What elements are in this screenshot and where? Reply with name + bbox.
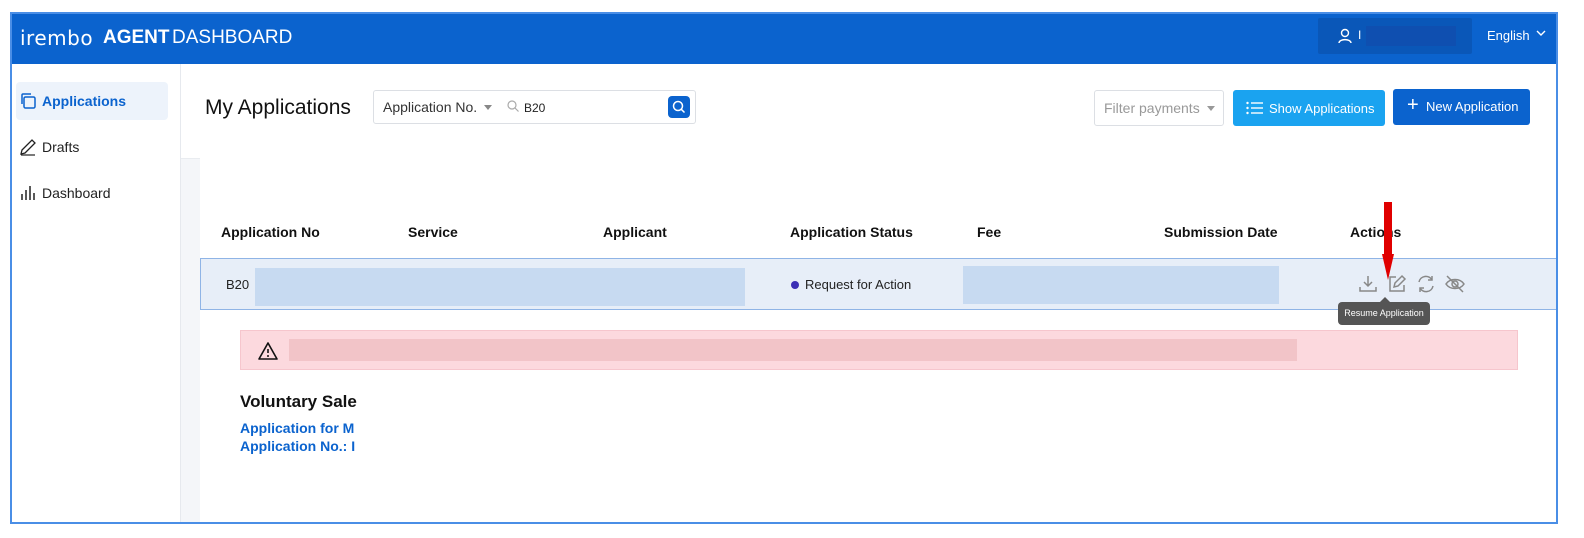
irembo-logo[interactable]: irembo xyxy=(20,26,93,50)
warning-icon xyxy=(258,342,278,360)
tooltip: Resume Application xyxy=(1338,297,1430,325)
page-toolbar: My Applications Application No. B20 Filt… xyxy=(181,64,1556,159)
app-title-strong: AGENT xyxy=(103,27,170,48)
column-header: Applicant xyxy=(603,224,667,240)
sidebar-item-label: Applications xyxy=(42,93,127,109)
status-dot xyxy=(791,280,799,289)
column-header: Application No xyxy=(221,224,320,240)
redacted-service-applicant xyxy=(255,268,745,306)
sidebar-item-drafts[interactable]: Drafts xyxy=(16,128,168,166)
application-for-link[interactable]: Application for M xyxy=(240,420,354,436)
alert-banner xyxy=(240,330,1518,370)
application-no-link[interactable]: Application No.: I xyxy=(240,438,355,454)
pencil-icon xyxy=(20,139,36,156)
search-field-select-value: Application No. xyxy=(383,99,478,115)
search-button[interactable] xyxy=(668,96,690,118)
top-navigation-bar: irembo AGENT DASHBOARD I English xyxy=(12,14,1556,64)
bar-chart-icon xyxy=(21,186,35,200)
search-icon xyxy=(672,100,686,114)
language-selector[interactable]: English xyxy=(1487,28,1530,43)
search-input-value: B20 xyxy=(524,101,546,115)
hide-icon[interactable] xyxy=(1444,273,1466,295)
user-icon xyxy=(1338,28,1352,44)
user-name-redacted xyxy=(1366,26,1456,46)
download-icon[interactable] xyxy=(1357,273,1379,295)
service-title: Voluntary Sale xyxy=(240,392,357,411)
sidebar-item-applications[interactable]: Applications xyxy=(16,82,168,120)
app-window: irembo AGENT DASHBOARD I English Applica… xyxy=(10,12,1558,524)
refresh-icon[interactable] xyxy=(1415,273,1437,295)
column-header: Application Status xyxy=(790,224,913,240)
sidebar-item-label: Drafts xyxy=(42,139,80,155)
list-icon xyxy=(1246,101,1263,115)
column-header: Fee xyxy=(977,224,1002,240)
column-header: Submission Date xyxy=(1164,224,1278,240)
new-application-label: New Application xyxy=(1426,99,1519,114)
chevron-down-icon[interactable] xyxy=(1535,27,1547,39)
filter-payments-placeholder: Filter payments xyxy=(1104,100,1200,116)
new-application-button[interactable]: + New Application xyxy=(1393,89,1530,125)
app-title-rest: DASHBOARD xyxy=(172,27,293,48)
annotation-arrow-icon xyxy=(1382,202,1394,280)
sidebar-item-label: Dashboard xyxy=(42,185,111,201)
redacted-fee-date xyxy=(963,266,1279,304)
applications-table: Application No Service Applicant Applica… xyxy=(200,158,1556,522)
show-applications-button[interactable]: Show Applications xyxy=(1233,90,1385,126)
user-initial: I xyxy=(1358,28,1362,42)
show-applications-label: Show Applications xyxy=(1269,101,1375,116)
search-field-select[interactable]: Application No. xyxy=(373,90,501,124)
user-menu[interactable]: I xyxy=(1318,18,1472,54)
application-no-cell: B20 xyxy=(226,277,250,292)
search-input[interactable]: B20 xyxy=(500,90,696,124)
search-icon xyxy=(507,100,519,112)
caret-down-icon xyxy=(1207,106,1215,111)
status-text: Request for Action xyxy=(805,277,912,292)
column-header: Service xyxy=(408,224,458,240)
caret-down-icon xyxy=(484,105,492,110)
filter-payments-select[interactable]: Filter payments xyxy=(1094,90,1224,126)
sidebar-item-dashboard[interactable]: Dashboard xyxy=(16,174,168,212)
status-cell: Request for Action xyxy=(791,277,911,292)
plus-icon: + xyxy=(1407,94,1419,116)
redacted-alert-text xyxy=(289,339,1297,361)
page-title: My Applications xyxy=(205,96,351,119)
copy-icon xyxy=(21,93,36,109)
sidebar: Applications Drafts Dashboard xyxy=(12,64,181,522)
